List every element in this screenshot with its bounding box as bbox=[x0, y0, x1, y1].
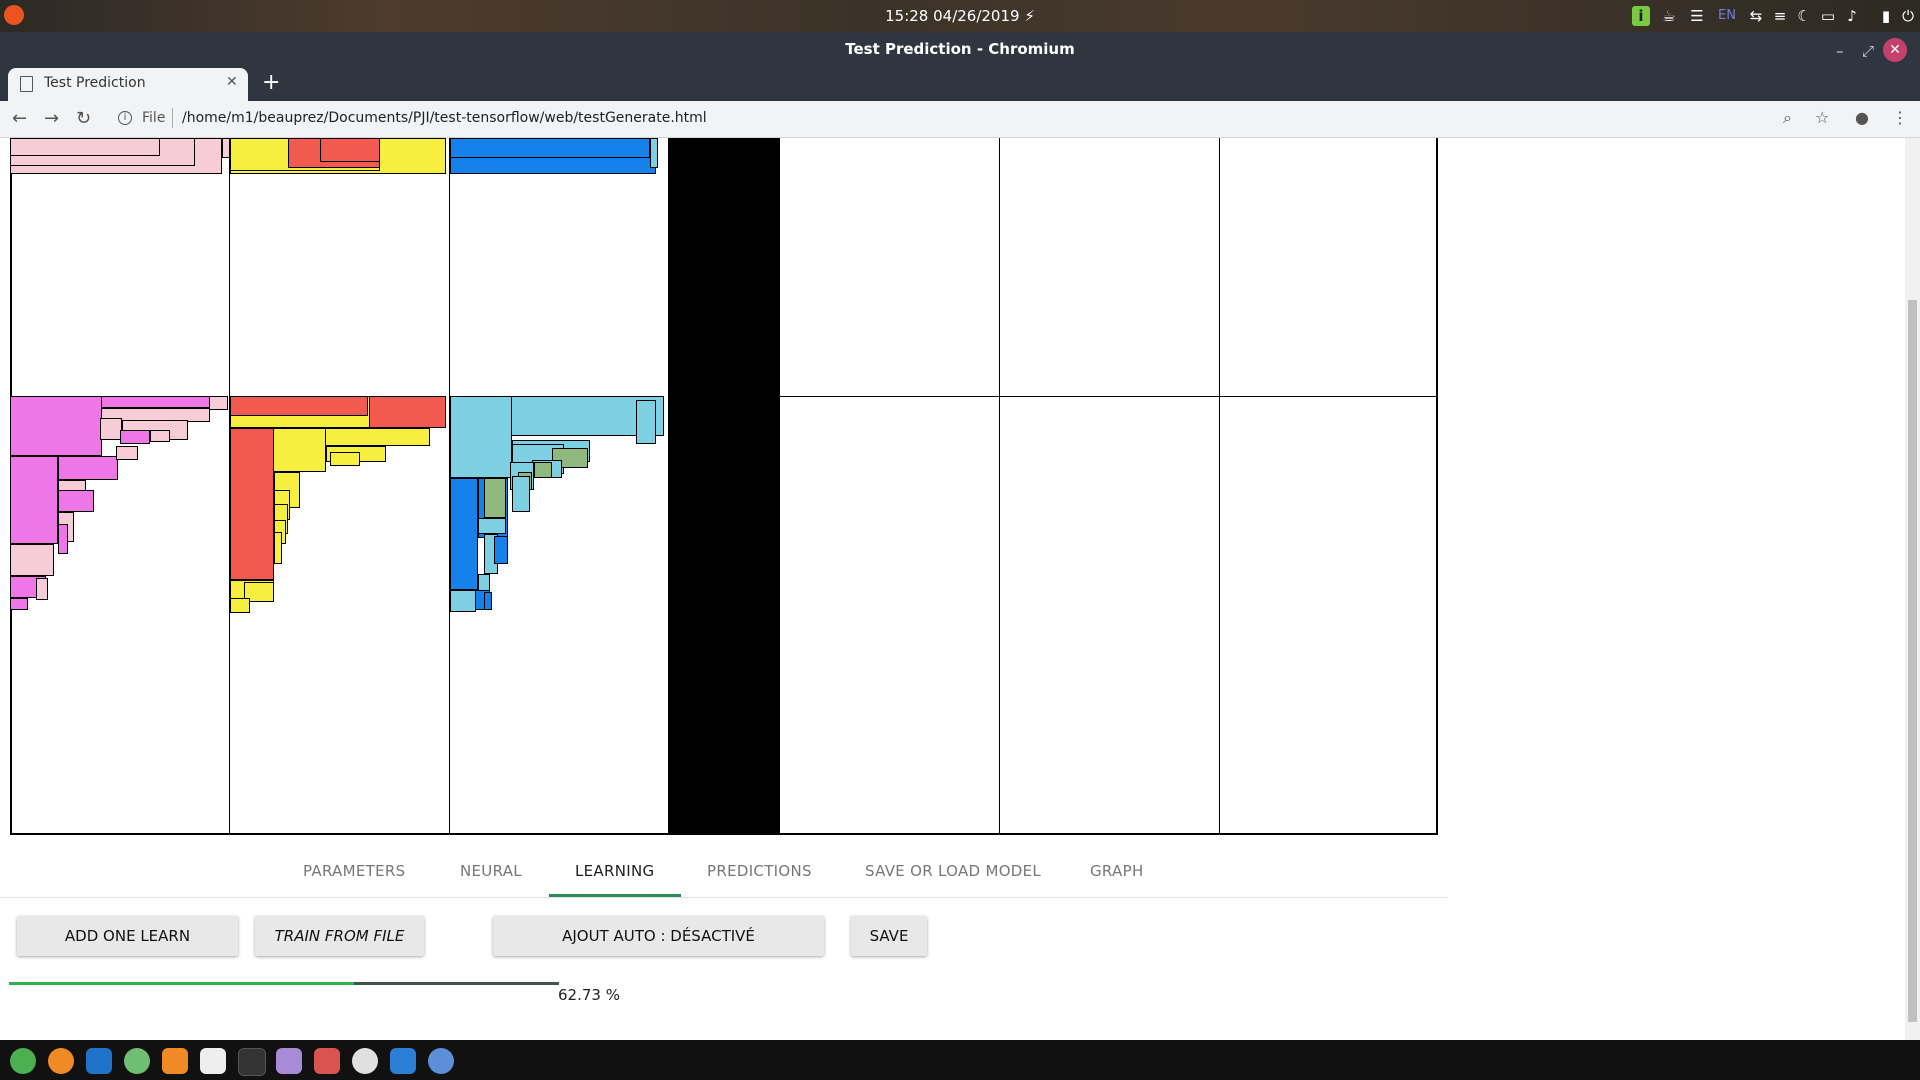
yellow-block bbox=[274, 532, 282, 564]
reload-icon[interactable]: ↻ bbox=[76, 108, 91, 129]
green-block bbox=[534, 462, 552, 478]
scrollbar-thumb[interactable] bbox=[1908, 300, 1917, 1022]
document-icon bbox=[20, 76, 33, 92]
blue-block bbox=[450, 478, 478, 590]
red-block bbox=[230, 428, 274, 580]
progress-percentage: 62.73 % bbox=[558, 986, 620, 1004]
power-icon[interactable]: ⏻ bbox=[1898, 6, 1918, 26]
tab-graph[interactable]: GRAPH bbox=[1090, 862, 1144, 880]
magenta-block bbox=[120, 430, 150, 444]
grid-line bbox=[1219, 138, 1220, 835]
zoom-icon[interactable]: ⌕ bbox=[1783, 108, 1792, 128]
grid-line bbox=[229, 138, 230, 835]
grid-line bbox=[668, 138, 669, 835]
blue-block bbox=[494, 536, 508, 564]
vlc-icon[interactable] bbox=[162, 1048, 188, 1074]
browser-tab-title[interactable]: Test Prediction bbox=[44, 75, 146, 91]
progress-bar-fill bbox=[9, 982, 354, 985]
tab-learning[interactable]: LEARNING bbox=[575, 862, 654, 880]
lightblue-block bbox=[450, 396, 512, 478]
files-icon[interactable] bbox=[276, 1048, 302, 1074]
folder-icon[interactable]: ▭ bbox=[1818, 6, 1838, 26]
lightblue-block bbox=[650, 138, 658, 168]
magenta-block bbox=[10, 396, 102, 456]
window-close-icon[interactable]: ✕ bbox=[1883, 38, 1907, 62]
night-mode-icon[interactable]: ☾ bbox=[1794, 6, 1814, 26]
ajout-auto-button[interactable]: AJOUT AUTO : DÉSACTIVÉ bbox=[493, 916, 824, 956]
url-separator bbox=[172, 108, 173, 128]
tab-close-icon[interactable]: ✕ bbox=[226, 74, 238, 90]
lightblue-block bbox=[636, 400, 656, 444]
magenta-block bbox=[58, 490, 94, 512]
info-icon[interactable]: i bbox=[1632, 6, 1650, 26]
save-button[interactable]: SAVE bbox=[851, 916, 927, 956]
blue-block bbox=[450, 138, 650, 158]
magenta-block bbox=[58, 456, 118, 480]
pink-block bbox=[150, 430, 170, 442]
yellow-block bbox=[230, 598, 250, 613]
chromium-icon[interactable] bbox=[428, 1048, 454, 1074]
pink-block bbox=[116, 446, 138, 460]
menu-icon[interactable]: ☰ bbox=[1686, 6, 1708, 26]
red-block bbox=[320, 138, 380, 162]
green-block bbox=[484, 478, 506, 518]
add-one-learn-button[interactable]: ADD ONE LEARN bbox=[17, 916, 238, 956]
lightblue-block bbox=[478, 518, 506, 534]
terminal-icon[interactable] bbox=[238, 1048, 266, 1076]
battery-icon[interactable]: ▮ bbox=[1876, 6, 1896, 26]
grid-line bbox=[449, 138, 450, 835]
minimize-icon[interactable]: – bbox=[1836, 42, 1844, 60]
profile-icon[interactable]: ● bbox=[1855, 108, 1869, 127]
calendar-icon[interactable] bbox=[200, 1048, 226, 1074]
yellow-block bbox=[272, 428, 326, 472]
forward-icon[interactable]: → bbox=[44, 108, 59, 129]
tab-save-or-load-model[interactable]: SAVE OR LOAD MODEL bbox=[865, 862, 1041, 880]
tab-strip bbox=[0, 68, 1920, 101]
magenta-block bbox=[58, 524, 68, 554]
new-tab-icon[interactable]: + bbox=[262, 70, 280, 95]
grid-line bbox=[779, 396, 1436, 397]
url-text[interactable]: /home/m1/beauprez/Documents/PJI/test-ten… bbox=[182, 110, 707, 126]
vscode-icon[interactable] bbox=[86, 1048, 112, 1074]
pink-block bbox=[10, 138, 160, 156]
tab-predictions[interactable]: PREDICTIONS bbox=[707, 862, 812, 880]
more-menu-icon[interactable]: ⋮ bbox=[1892, 108, 1908, 127]
pink-block bbox=[10, 544, 54, 576]
yellow-block bbox=[330, 452, 360, 466]
language-indicator[interactable]: EN bbox=[1716, 6, 1738, 26]
lightblue-block bbox=[450, 590, 476, 612]
red-block bbox=[230, 396, 368, 416]
magenta-block bbox=[10, 456, 58, 544]
grid-line bbox=[999, 138, 1000, 835]
atom-icon[interactable] bbox=[124, 1048, 150, 1074]
coffee-icon[interactable]: ☕ bbox=[1660, 6, 1678, 26]
chrome-icon[interactable] bbox=[10, 1048, 36, 1074]
tab-parameters[interactable]: PARAMETERS bbox=[303, 862, 405, 880]
notification-bell-icon[interactable]: ♪ bbox=[1842, 6, 1862, 26]
maximize-icon[interactable]: ⤢ bbox=[1862, 42, 1874, 60]
grid-line bbox=[779, 138, 780, 835]
site-info-icon[interactable]: i bbox=[118, 111, 132, 125]
java-icon[interactable] bbox=[352, 1048, 378, 1074]
tab-neural[interactable]: NEURAL bbox=[460, 862, 522, 880]
lightblue-block bbox=[512, 476, 530, 512]
bookmark-star-icon[interactable]: ☆ bbox=[1815, 108, 1829, 127]
black-column bbox=[669, 138, 779, 835]
list-icon[interactable]: ≡ bbox=[1770, 6, 1790, 26]
url-scheme[interactable]: File bbox=[142, 110, 165, 126]
network-icon[interactable]: ⇆ bbox=[1746, 6, 1766, 26]
train-from-file-button[interactable]: TRAIN FROM FILE bbox=[255, 916, 424, 956]
active-tab-indicator bbox=[549, 894, 681, 897]
pink-block bbox=[36, 578, 48, 600]
back-icon[interactable]: ← bbox=[12, 108, 27, 129]
image-viewer-icon[interactable] bbox=[314, 1048, 340, 1074]
blue-block bbox=[484, 592, 492, 610]
pink-block bbox=[100, 418, 122, 440]
magenta-block bbox=[10, 598, 28, 610]
text-editor-icon[interactable] bbox=[390, 1048, 416, 1074]
window-title: Test Prediction - Chromium bbox=[845, 40, 1075, 58]
firefox-icon[interactable] bbox=[48, 1048, 74, 1074]
